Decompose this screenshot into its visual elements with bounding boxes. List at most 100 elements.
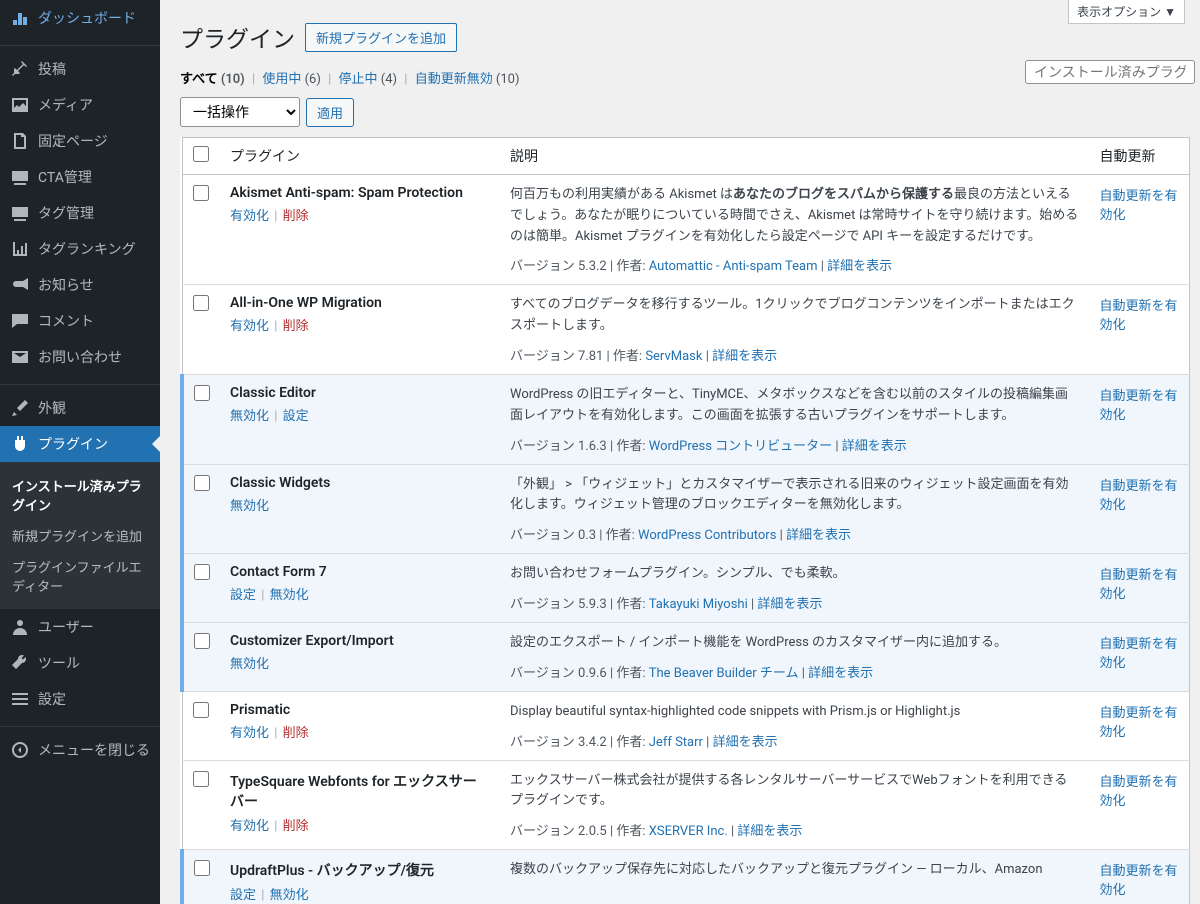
brush-icon [10, 398, 30, 418]
menu-plugin[interactable]: プラグイン [0, 426, 160, 462]
plugin-name: Akismet Anti-spam: Spam Protection [230, 185, 490, 201]
enable-auto-update-link[interactable]: 自動更新を有効化 [1100, 706, 1178, 740]
plugin-checkbox[interactable] [193, 185, 209, 201]
settings-link[interactable]: 設定 [230, 888, 256, 903]
menu-collapse[interactable]: メニューを閉じる [0, 732, 160, 768]
search-input[interactable] [1025, 60, 1195, 84]
deactivate-link[interactable]: 無効化 [230, 499, 269, 514]
activate-link[interactable]: 有効化 [230, 209, 269, 224]
enable-auto-update-link[interactable]: 自動更新を有効化 [1100, 864, 1178, 898]
column-plugin[interactable]: プラグイン [220, 138, 500, 175]
activate-link[interactable]: 有効化 [230, 726, 269, 741]
plugins-table: プラグイン 説明 自動更新 Akismet Anti-spam: Spam Pr… [180, 137, 1190, 904]
tools-icon [10, 653, 30, 673]
plugin-icon [10, 434, 30, 454]
deactivate-link[interactable]: 無効化 [270, 888, 309, 903]
column-description[interactable]: 説明 [500, 138, 1090, 175]
menu-cog[interactable]: 設定 [0, 681, 160, 717]
add-new-plugin-button[interactable]: 新規プラグインを追加 [305, 23, 457, 52]
delete-link[interactable]: 削除 [283, 819, 309, 834]
enable-auto-update-link[interactable]: 自動更新を有効化 [1100, 775, 1178, 809]
filter-link[interactable]: すべて (10) [180, 72, 245, 87]
slides-icon [10, 203, 30, 223]
plugin-checkbox[interactable] [193, 702, 209, 718]
author-link[interactable]: XSERVER Inc. [649, 824, 728, 839]
author-link[interactable]: Takayuki Miyoshi [649, 597, 748, 612]
plugin-meta: バージョン 2.0.5 | 作者: XSERVER Inc. | 詳細を表示 [510, 820, 1080, 839]
menu-media[interactable]: メディア [0, 87, 160, 123]
activate-link[interactable]: 有効化 [230, 819, 269, 834]
menu-slides[interactable]: タグ管理 [0, 195, 160, 231]
menu-dashboard[interactable]: ダッシュボード [0, 0, 160, 36]
filter-link[interactable]: 使用中 (6) [262, 72, 321, 87]
plugin-checkbox[interactable] [194, 860, 210, 876]
menu-chart[interactable]: タグランキング [0, 231, 160, 267]
plugin-row: TypeSquare Webfonts for エックスサーバー有効化 | 削除… [182, 760, 1190, 850]
deactivate-link[interactable]: 無効化 [230, 409, 269, 424]
plugin-description: エックスサーバー株式会社が提供する各レンタルサーバーサービスでWebフォントを利… [510, 771, 1080, 813]
filter-link[interactable]: 停止中 (4) [339, 72, 398, 87]
submenu-item[interactable]: プラグインファイルエディター [0, 551, 160, 601]
menu-pin[interactable]: 投稿 [0, 51, 160, 87]
details-link[interactable]: 詳細を表示 [827, 259, 892, 274]
plugin-row: All-in-One WP Migration有効化 | 削除すべてのブログデー… [182, 285, 1190, 375]
deactivate-link[interactable]: 無効化 [230, 657, 269, 672]
author-link[interactable]: Automattic - Anti-spam Team [649, 259, 818, 274]
enable-auto-update-link[interactable]: 自動更新を有効化 [1100, 189, 1178, 223]
author-link[interactable]: WordPress Contributors [638, 528, 776, 543]
select-all-checkbox[interactable] [193, 146, 209, 162]
plugin-description: 「外観」 > 「ウィジェット」とカスタマイザーで表示される旧来のウィジェット設定… [510, 475, 1080, 517]
menu-brush[interactable]: 外観 [0, 390, 160, 426]
submenu-item[interactable]: インストール済みプラグイン [0, 470, 160, 520]
details-link[interactable]: 詳細を表示 [712, 349, 777, 364]
delete-link[interactable]: 削除 [283, 319, 309, 334]
apply-button[interactable]: 適用 [306, 98, 354, 127]
settings-link[interactable]: 設定 [283, 409, 309, 424]
user-icon [10, 617, 30, 637]
delete-link[interactable]: 削除 [283, 726, 309, 741]
menu-slides[interactable]: CTA管理 [0, 159, 160, 195]
details-link[interactable]: 詳細を表示 [757, 597, 822, 612]
plugin-checkbox[interactable] [193, 771, 209, 787]
menu-tools[interactable]: ツール [0, 645, 160, 681]
menu-comment[interactable]: コメント [0, 303, 160, 339]
author-link[interactable]: Jeff Starr [649, 735, 703, 750]
author-link[interactable]: WordPress コントリビューター [649, 439, 832, 454]
enable-auto-update-link[interactable]: 自動更新を有効化 [1100, 389, 1178, 423]
dashboard-icon [10, 8, 30, 28]
enable-auto-update-link[interactable]: 自動更新を有効化 [1100, 568, 1178, 602]
column-auto-update[interactable]: 自動更新 [1090, 138, 1190, 175]
plugin-checkbox[interactable] [194, 633, 210, 649]
enable-auto-update-link[interactable]: 自動更新を有効化 [1100, 479, 1178, 513]
deactivate-link[interactable]: 無効化 [270, 588, 309, 603]
screen-options-button[interactable]: 表示オプション ▼ [1068, 0, 1185, 24]
plugin-row: Customizer Export/Import無効化設定のエクスポート / イ… [182, 622, 1190, 691]
mail-icon [10, 347, 30, 367]
plugin-checkbox[interactable] [194, 564, 210, 580]
author-link[interactable]: ServMask [645, 349, 702, 364]
details-link[interactable]: 詳細を表示 [713, 735, 778, 750]
submenu-item[interactable]: 新規プラグインを追加 [0, 520, 160, 551]
menu-mail[interactable]: お問い合わせ [0, 339, 160, 375]
delete-link[interactable]: 削除 [283, 209, 309, 224]
plugin-meta: バージョン 3.4.2 | 作者: Jeff Starr | 詳細を表示 [510, 731, 1080, 750]
author-link[interactable]: The Beaver Builder チーム [649, 666, 799, 681]
plugin-name: Classic Widgets [230, 475, 490, 491]
enable-auto-update-link[interactable]: 自動更新を有効化 [1100, 299, 1178, 333]
plugin-checkbox[interactable] [193, 295, 209, 311]
details-link[interactable]: 詳細を表示 [842, 439, 907, 454]
enable-auto-update-link[interactable]: 自動更新を有効化 [1100, 637, 1178, 671]
menu-user[interactable]: ユーザー [0, 609, 160, 645]
details-link[interactable]: 詳細を表示 [808, 666, 873, 681]
details-link[interactable]: 詳細を表示 [786, 528, 851, 543]
plugin-checkbox[interactable] [194, 475, 210, 491]
details-link[interactable]: 詳細を表示 [737, 824, 802, 839]
menu-megaphone[interactable]: お知らせ [0, 267, 160, 303]
plugin-checkbox[interactable] [194, 385, 210, 401]
activate-link[interactable]: 有効化 [230, 319, 269, 334]
settings-link[interactable]: 設定 [230, 588, 256, 603]
plugin-name: Prismatic [230, 702, 490, 718]
menu-page[interactable]: 固定ページ [0, 123, 160, 159]
bulk-action-select[interactable]: 一括操作 [180, 97, 300, 127]
filter-link[interactable]: 自動更新無効 (10) [415, 72, 520, 87]
